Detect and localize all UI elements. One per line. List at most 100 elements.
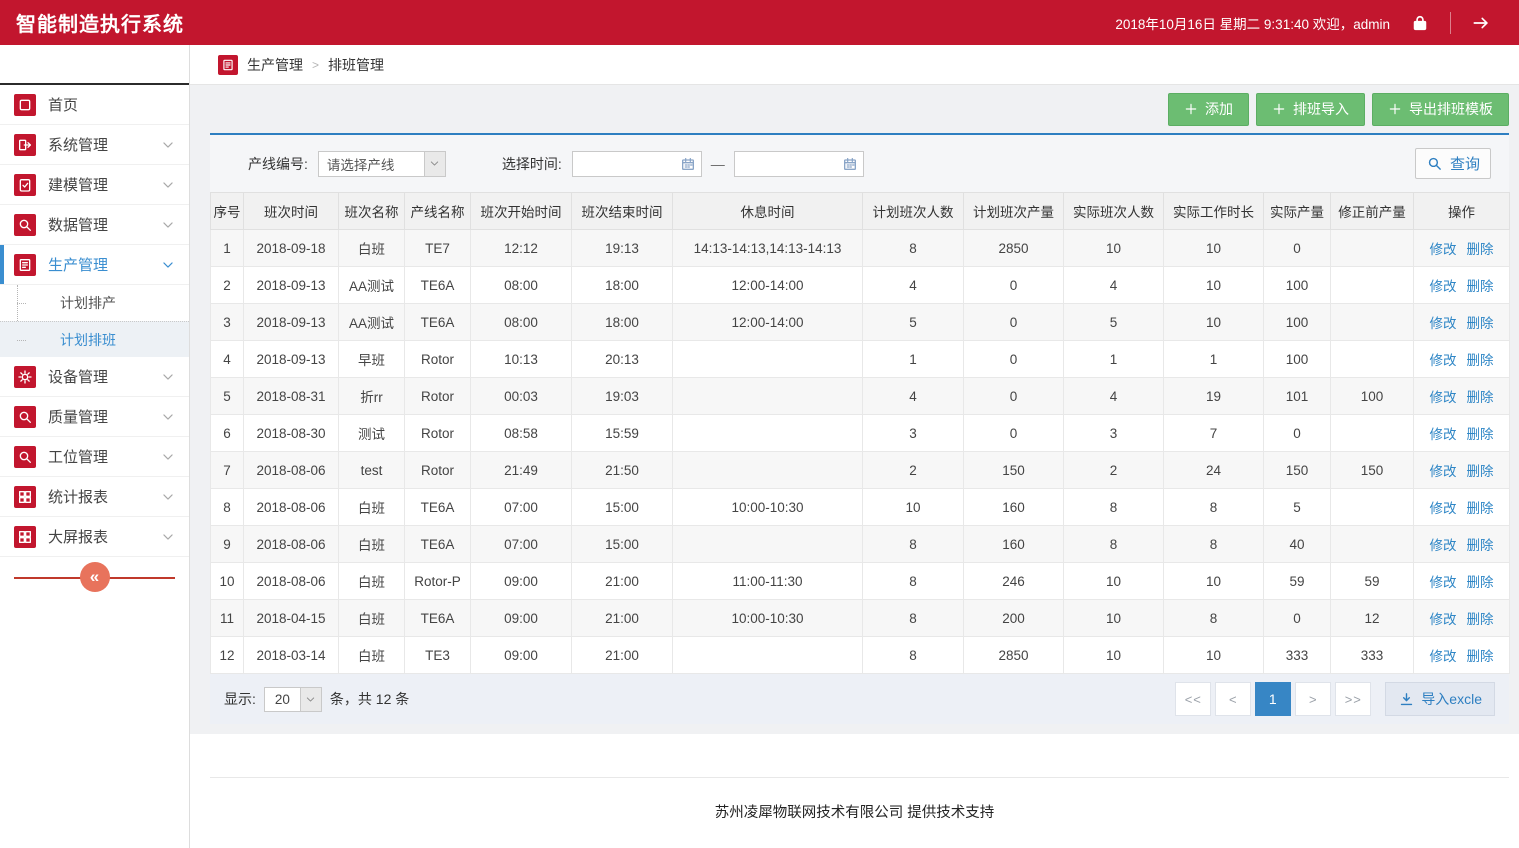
logout-arrow-icon[interactable] (1471, 13, 1491, 33)
edit-link[interactable]: 修改 (1430, 279, 1457, 294)
sidebar-item-modeling[interactable]: 建模管理 (0, 165, 189, 205)
delete-link[interactable]: 删除 (1467, 242, 1494, 257)
delete-link[interactable]: 删除 (1467, 464, 1494, 479)
sidebar-subitem-plan-shift[interactable]: 计划排班 (0, 321, 189, 357)
table-cell: 0 (964, 415, 1064, 452)
table-cell: 150 (1331, 452, 1414, 489)
table-cell (1331, 304, 1414, 341)
calendar-icon[interactable] (680, 156, 696, 172)
edit-link[interactable]: 修改 (1430, 242, 1457, 257)
table-cell (1331, 267, 1414, 304)
breadcrumb-section[interactable]: 生产管理 (247, 55, 303, 75)
edit-link[interactable]: 修改 (1430, 464, 1457, 479)
page-size-select[interactable]: 20 (264, 687, 322, 712)
actions-cell: 修改删除 (1414, 600, 1510, 637)
edit-link[interactable]: 修改 (1430, 649, 1457, 664)
page-button[interactable]: > (1295, 682, 1331, 716)
table-cell: Rotor (405, 378, 471, 415)
delete-link[interactable]: 删除 (1467, 427, 1494, 442)
sidebar-subitem-plan-production[interactable]: 计划排产 (0, 285, 189, 321)
column-header: 班次名称 (339, 193, 405, 230)
table-cell: 2018-09-13 (244, 341, 339, 378)
add-button[interactable]: 添加 (1168, 93, 1249, 126)
time-to-input[interactable] (734, 151, 864, 177)
table-cell: 3 (211, 304, 244, 341)
sidebar-item-label: 质量管理 (48, 406, 108, 427)
table-cell: 11 (211, 600, 244, 637)
delete-link[interactable]: 删除 (1467, 316, 1494, 331)
table-cell: 7 (1164, 415, 1264, 452)
sidebar-item-label: 系统管理 (48, 134, 108, 155)
search-icon (1426, 155, 1443, 172)
delete-link[interactable]: 删除 (1467, 390, 1494, 405)
delete-link[interactable]: 删除 (1467, 575, 1494, 590)
table-cell (1331, 415, 1414, 452)
table-cell: 2018-09-13 (244, 267, 339, 304)
table-cell: 15:00 (572, 526, 673, 563)
table-row: 62018-08-30测试Rotor08:5815:5930370修改删除 (211, 415, 1510, 452)
page-button[interactable]: >> (1335, 682, 1371, 716)
export-template-button[interactable]: 导出排班模板 (1372, 93, 1509, 126)
table-cell: 08:00 (471, 267, 572, 304)
edit-link[interactable]: 修改 (1430, 575, 1457, 590)
chevron-down-icon (161, 450, 175, 464)
time-from-input[interactable] (572, 151, 702, 177)
delete-link[interactable]: 删除 (1467, 353, 1494, 368)
edit-link[interactable]: 修改 (1430, 390, 1457, 405)
table-cell: 20:13 (572, 341, 673, 378)
total-count-text: 条，共 12 条 (330, 689, 409, 709)
chevron-down-icon (161, 410, 175, 424)
edit-link[interactable]: 修改 (1430, 353, 1457, 368)
edit-link[interactable]: 修改 (1430, 427, 1457, 442)
table-cell: 18:00 (572, 304, 673, 341)
table-cell (673, 452, 863, 489)
delete-link[interactable]: 删除 (1467, 649, 1494, 664)
page-button-current[interactable]: 1 (1255, 682, 1291, 716)
query-button[interactable]: 查询 (1415, 148, 1491, 179)
sidebar-item-home[interactable]: 首页 (0, 85, 189, 125)
delete-link[interactable]: 删除 (1467, 612, 1494, 627)
calendar-icon[interactable] (842, 156, 858, 172)
table-cell (1331, 230, 1414, 267)
table-cell: Rotor (405, 452, 471, 489)
table-cell: 1 (1164, 341, 1264, 378)
table-cell: 10 (1164, 230, 1264, 267)
home-icon (14, 94, 36, 116)
table-cell: test (339, 452, 405, 489)
delete-link[interactable]: 删除 (1467, 279, 1494, 294)
table-cell: 10 (1064, 563, 1164, 600)
table-cell: 8 (863, 563, 964, 600)
table-row: 12018-09-18白班TE712:1219:1314:13-14:13,14… (211, 230, 1510, 267)
sidebar-item-station[interactable]: 工位管理 (0, 437, 189, 477)
shift-import-button[interactable]: 排班导入 (1256, 93, 1365, 126)
sidebar-item-equipment[interactable]: 设备管理 (0, 357, 189, 397)
lock-icon[interactable] (1410, 13, 1430, 33)
edit-link[interactable]: 修改 (1430, 612, 1457, 627)
table-cell: 101 (1264, 378, 1331, 415)
table-cell: 19:03 (572, 378, 673, 415)
page-button[interactable]: < (1215, 682, 1251, 716)
table-cell: 白班 (339, 600, 405, 637)
sidebar-item-label: 设备管理 (48, 366, 108, 387)
sidebar-item-quality[interactable]: 质量管理 (0, 397, 189, 437)
edit-link[interactable]: 修改 (1430, 538, 1457, 553)
sidebar-item-stats-report[interactable]: 统计报表 (0, 477, 189, 517)
page-button[interactable]: << (1175, 682, 1211, 716)
sidebar-item-production[interactable]: 生产管理 (0, 245, 189, 285)
sidebar-item-system[interactable]: 系统管理 (0, 125, 189, 165)
line-select[interactable]: 请选择产线 (318, 151, 446, 177)
table-cell: 21:50 (572, 452, 673, 489)
sidebar-item-data[interactable]: 数据管理 (0, 205, 189, 245)
column-header: 实际班次人数 (1064, 193, 1164, 230)
table-cell: 00:03 (471, 378, 572, 415)
sidebar-item-bigscreen-report[interactable]: 大屏报表 (0, 517, 189, 557)
sidebar-collapse-button[interactable]: « (80, 562, 110, 592)
line-select-value: 请选择产线 (319, 152, 424, 176)
actions-cell: 修改删除 (1414, 452, 1510, 489)
import-excel-button[interactable]: 导入excle (1385, 682, 1495, 716)
delete-link[interactable]: 删除 (1467, 501, 1494, 516)
edit-link[interactable]: 修改 (1430, 316, 1457, 331)
delete-link[interactable]: 删除 (1467, 538, 1494, 553)
edit-link[interactable]: 修改 (1430, 501, 1457, 516)
table-cell: 10 (1164, 267, 1264, 304)
